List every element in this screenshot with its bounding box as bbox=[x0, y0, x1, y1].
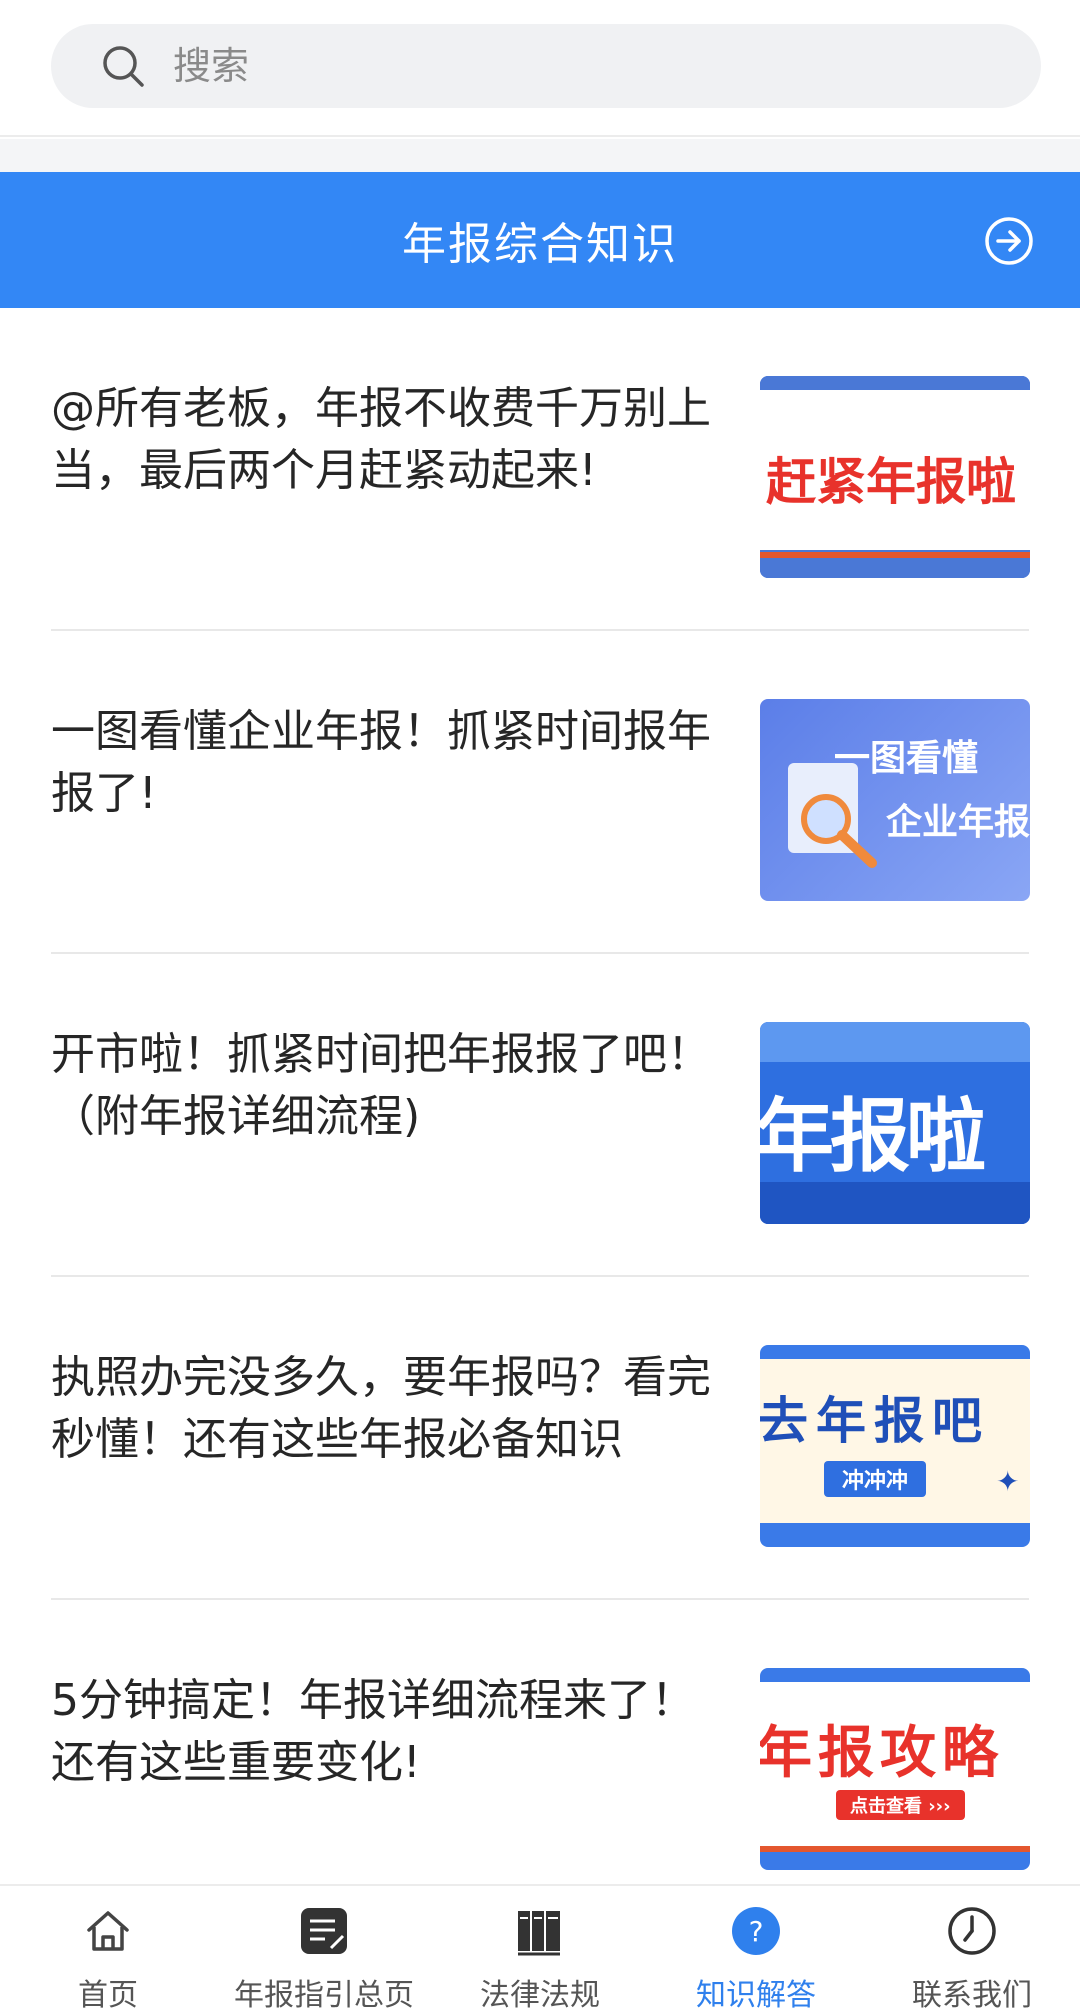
article-title: 一图看懂企业年报！抓紧时间报年报了! bbox=[51, 706, 711, 819]
section-title: 年报综合知识 bbox=[402, 219, 678, 270]
article-list: @所有老板，年报不收费千万别上当，最后两个月赶紧动起来! 赶紧年报啦 一图看懂企… bbox=[0, 308, 1080, 1923]
section-gap bbox=[0, 139, 1080, 172]
article-thumbnail: 赶紧年报啦 bbox=[760, 376, 1030, 578]
section-header[interactable]: 年报综合知识 bbox=[0, 172, 1080, 308]
tab-contact[interactable]: 联系我们 bbox=[864, 1886, 1080, 2014]
article-item[interactable]: 执照办完没多久，要年报吗？看完秒懂！还有这些年报必备知识 去年报吧 冲冲冲 ✦ bbox=[0, 1277, 1080, 1600]
thumbnail-text: 赶紧年报啦 bbox=[766, 453, 1016, 511]
thumbnail-text-line1: 一图看懂 bbox=[834, 738, 979, 779]
tab-label: 年报指引总页 bbox=[234, 1978, 414, 2013]
tab-label: 法律法规 bbox=[480, 1978, 600, 2013]
search-input[interactable] bbox=[173, 44, 933, 88]
article-item[interactable]: @所有老板，年报不收费千万别上当，最后两个月赶紧动起来! 赶紧年报啦 bbox=[0, 308, 1080, 631]
tab-label: 知识解答 bbox=[696, 1978, 816, 2013]
sparkle-icon: ✦ bbox=[996, 1465, 1020, 1498]
thumbnail-badge: 冲冲冲 bbox=[824, 1461, 927, 1497]
arrow-right-circle-icon[interactable] bbox=[984, 216, 1034, 266]
thumbnail-text: 年报啦 bbox=[760, 1090, 986, 1183]
home-icon bbox=[87, 1911, 129, 1951]
tab-guide[interactable]: 年报指引总页 bbox=[216, 1886, 432, 2014]
article-thumbnail: 去年报吧 冲冲冲 ✦ bbox=[760, 1345, 1030, 1547]
article-item[interactable]: 一图看懂企业年报！抓紧时间报年报了! 一图看懂 企业年报 bbox=[0, 631, 1080, 954]
question-icon: ? bbox=[732, 1907, 780, 1955]
thumbnail-badge: 点击查看 ››› bbox=[836, 1790, 965, 1820]
tab-knowledge[interactable]: ? 知识解答 bbox=[648, 1886, 864, 2014]
search-icon bbox=[103, 46, 144, 87]
tab-laws[interactable]: 法律法规 bbox=[432, 1886, 648, 2014]
article-title: 开市啦！抓紧时间把年报报了吧！（附年报详细流程) bbox=[51, 1029, 711, 1142]
article-title: 5分钟搞定！年报详细流程来了！还有这些重要变化! bbox=[51, 1675, 695, 1788]
clock-icon bbox=[948, 1907, 996, 1955]
books-icon bbox=[518, 1911, 560, 1956]
search-box[interactable] bbox=[51, 24, 1041, 108]
search-bar-container bbox=[0, 0, 1080, 137]
article-thumbnail: 一图看懂 企业年报 bbox=[760, 699, 1030, 901]
bottom-tab-bar: 首页 年报指引总页 法律法规 ? 知识解答 联系我们 bbox=[0, 1884, 1080, 2014]
thumbnail-text-line2: 企业年报 bbox=[886, 802, 1030, 843]
document-icon bbox=[301, 1908, 347, 1954]
article-item[interactable]: 5分钟搞定！年报详细流程来了！还有这些重要变化! 年报攻略 点击查看 ››› bbox=[0, 1600, 1080, 1923]
article-item[interactable]: 开市啦！抓紧时间把年报报了吧！（附年报详细流程) 年报啦 bbox=[0, 954, 1080, 1277]
thumbnail-text: 去年报吧 bbox=[760, 1392, 990, 1450]
svg-text:?: ? bbox=[749, 1915, 764, 1948]
article-title: 执照办完没多久，要年报吗？看完秒懂！还有这些年报必备知识 bbox=[51, 1352, 711, 1465]
thumbnail-text: 年报攻略 bbox=[760, 1721, 1004, 1786]
article-thumbnail: 年报啦 bbox=[760, 1022, 1030, 1224]
article-title: @所有老板，年报不收费千万别上当，最后两个月赶紧动起来! bbox=[51, 383, 711, 496]
tab-label: 联系我们 bbox=[912, 1978, 1032, 2013]
article-thumbnail: 年报攻略 点击查看 ››› bbox=[760, 1668, 1030, 1870]
tab-label: 首页 bbox=[78, 1978, 138, 2013]
tab-home[interactable]: 首页 bbox=[0, 1886, 216, 2014]
